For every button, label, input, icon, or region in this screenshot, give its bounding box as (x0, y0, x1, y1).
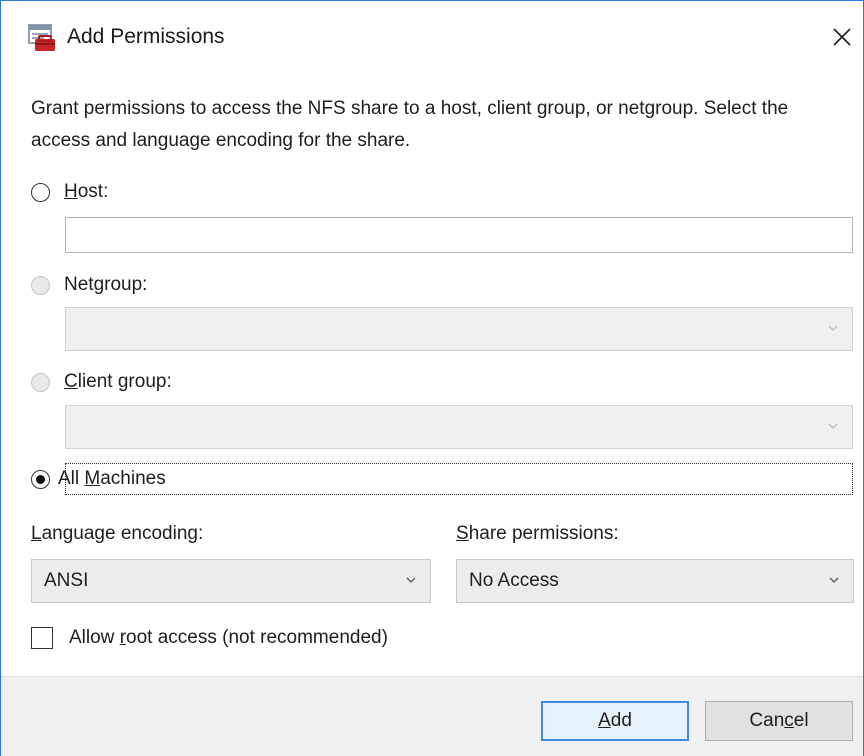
client-group-option[interactable]: Client group: (31, 367, 172, 397)
title-bar: Add Permissions (1, 1, 863, 75)
close-icon (833, 28, 851, 46)
client-group-label[interactable]: Client group: (64, 371, 172, 393)
add-button[interactable]: Add (541, 701, 689, 741)
language-encoding-value: ANSI (44, 570, 89, 591)
language-encoding-label: Language encoding: (31, 523, 204, 544)
netgroup-option[interactable]: Netgroup: (31, 270, 147, 300)
allow-root-label[interactable]: Allow root access (not recommended) (69, 627, 388, 649)
allow-root-option[interactable]: Allow root access (not recommended) (31, 623, 388, 653)
netgroup-label[interactable]: Netgroup: (64, 274, 147, 296)
host-radio[interactable] (31, 182, 50, 202)
allow-root-checkbox[interactable] (31, 627, 53, 649)
client-group-select[interactable] (65, 405, 853, 449)
chevron-down-icon (406, 577, 416, 583)
netgroup-radio[interactable] (31, 275, 50, 295)
netgroup-select[interactable] (65, 307, 853, 351)
chevron-down-icon (828, 325, 838, 331)
all-machines-label[interactable]: All Machines (58, 468, 166, 490)
dialog-title: Add Permissions (67, 25, 225, 48)
client-group-radio[interactable] (31, 372, 50, 392)
nfs-share-icon (27, 23, 57, 53)
dialog-description: Grant permissions to access the NFS shar… (31, 98, 789, 151)
host-option[interactable]: Host: (31, 177, 108, 207)
all-machines-focus-rect (65, 463, 853, 495)
share-permissions-value: No Access (469, 570, 559, 591)
chevron-down-icon (829, 577, 839, 583)
share-permissions-select[interactable]: No Access (456, 559, 854, 603)
cancel-button[interactable]: Can c el (705, 701, 853, 741)
add-permissions-dialog: Add Permissions Grant permissions to acc… (0, 0, 864, 756)
host-input[interactable] (65, 217, 853, 253)
host-label[interactable]: Host: (64, 181, 108, 203)
close-button[interactable] (825, 19, 859, 55)
share-permissions-label: Share permissions: (456, 523, 619, 544)
all-machines-radio[interactable] (31, 469, 50, 489)
all-machines-option[interactable]: All Machines (31, 464, 166, 494)
dialog-footer: Add Can c el (1, 676, 863, 756)
chevron-down-icon (828, 423, 838, 429)
language-encoding-select[interactable]: ANSI (31, 559, 431, 603)
